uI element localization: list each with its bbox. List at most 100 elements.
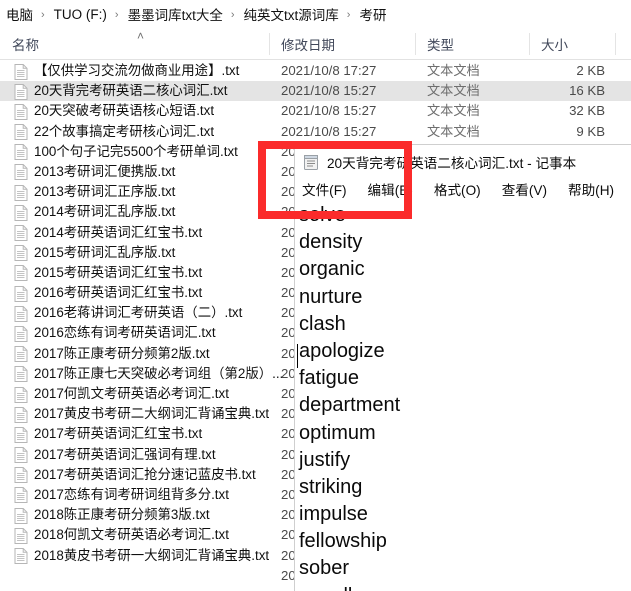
- file-name[interactable]: 2015考研英语词汇红宝书.txt: [34, 263, 202, 283]
- breadcrumb-item-0[interactable]: 电脑: [4, 4, 35, 24]
- notepad-menu-item[interactable]: 格式(O): [434, 179, 481, 199]
- file-size: 9 KB: [576, 123, 605, 139]
- text-file-icon: [14, 346, 28, 363]
- file-name[interactable]: 20天背完考研英语二核心词汇.txt: [34, 81, 227, 101]
- text-file-icon: [14, 184, 28, 201]
- file-name[interactable]: 100个句子记完5500个考研单词.txt: [34, 142, 238, 162]
- notepad-app-icon: [303, 154, 320, 171]
- file-name[interactable]: 2016老蒋讲词汇考研英语（二）.txt: [34, 303, 242, 323]
- notepad-menu-item[interactable]: 文件(F): [302, 179, 347, 199]
- breadcrumb-item-2[interactable]: 墨墨词库txt大全: [126, 4, 225, 24]
- file-name[interactable]: 2017恋练有词考研词组背多分.txt: [34, 485, 229, 505]
- notepad-menu-item[interactable]: 编辑(E): [368, 179, 413, 199]
- notepad-text-line: solve: [299, 204, 346, 226]
- notepad-title-text: 20天背完考研英语二核心词汇.txt - 记事本: [327, 156, 577, 171]
- notepad-title-bar[interactable]: 20天背完考研英语二核心词汇.txt - 记事本: [295, 149, 631, 175]
- column-header-size[interactable]: 大小: [529, 28, 615, 60]
- breadcrumb[interactable]: 电脑 › TUO (F:) › 墨墨词库txt大全 › 纯英文txt源词库 › …: [0, 0, 631, 28]
- text-file-icon: [14, 447, 28, 464]
- notepad-menu-bar[interactable]: 文件(F) 编辑(E) 格式(O) 查看(V) 帮助(H): [295, 177, 631, 201]
- notepad-text-line: organic: [299, 258, 365, 281]
- file-name[interactable]: 2018黄皮书考研一大纲词汇背诵宝典.txt: [34, 546, 269, 566]
- file-name[interactable]: 2015考研词汇乱序版.txt: [34, 243, 175, 263]
- file-name[interactable]: 【仅供学习交流勿做商业用途】.txt: [34, 61, 239, 81]
- file-name[interactable]: 2013考研词汇便携版.txt: [34, 162, 175, 182]
- file-name[interactable]: 2016恋练有词考研英语词汇.txt: [34, 323, 216, 343]
- file-name[interactable]: 2017考研英语词汇红宝书.txt: [34, 424, 202, 444]
- file-row[interactable]: 20天突破考研英语核心短语.txt 2021/10/8 15:27 文本文档 32 K…: [0, 101, 631, 121]
- text-file-icon: [14, 204, 28, 221]
- notepad-window[interactable]: 20天背完考研英语二核心词汇.txt - 记事本 文件(F) 编辑(E) 格式(O)…: [294, 144, 631, 591]
- text-file-icon: [14, 426, 28, 443]
- notepad-text-line: department: [299, 394, 401, 417]
- notepad-text-line: clash: [299, 312, 346, 335]
- text-file-icon: [14, 144, 28, 161]
- column-header-type[interactable]: 类型: [415, 28, 529, 60]
- column-header-row: 名称 ˄ 修改日期 类型 大小: [0, 28, 631, 60]
- text-file-icon: [14, 487, 28, 504]
- file-name[interactable]: 2018陈正康考研分频第3版.txt: [34, 505, 210, 525]
- file-date-modified: 2021/10/8 17:27: [281, 63, 377, 78]
- text-file-icon: [14, 225, 28, 241]
- text-file-icon: [14, 83, 28, 100]
- file-name[interactable]: 2014考研词汇乱序版.txt: [34, 202, 175, 222]
- notepad-text-line: optimum: [299, 421, 376, 444]
- file-name[interactable]: 2017陈正康考研分频第2版.txt: [34, 344, 210, 364]
- file-date-modified: 2021/10/8 15:27: [281, 103, 377, 119]
- breadcrumb-item-1[interactable]: TUO (F:): [52, 7, 109, 22]
- file-row[interactable]: 【仅供学习交流勿做商业用途】.txt 2021/10/8 17:27 文本文档 2 K…: [0, 61, 631, 81]
- column-header-date-modified[interactable]: 修改日期: [269, 28, 415, 60]
- file-name[interactable]: 2017何凯文考研英语必考词汇.txt: [34, 384, 229, 404]
- column-header-name[interactable]: 名称: [0, 28, 269, 60]
- text-file-icon: [14, 386, 28, 403]
- notepad-menu-item[interactable]: 帮助(H): [568, 179, 614, 199]
- chevron-right-icon-1: ›: [114, 9, 119, 21]
- text-file-icon: [14, 325, 28, 342]
- file-size: 2 KB: [576, 63, 605, 78]
- file-name[interactable]: 2017陈正康七天突破必考词组（第2版）...: [34, 364, 283, 384]
- notepad-text-line: appall: [299, 583, 631, 591]
- notepad-menu-item[interactable]: 查看(V): [502, 179, 547, 199]
- text-file-icon: [14, 245, 28, 262]
- text-file-icon: [14, 164, 28, 181]
- chevron-right-icon-0: ›: [41, 9, 45, 21]
- file-date-modified: 2021/10/8 15:27: [281, 123, 377, 139]
- file-name[interactable]: 2016考研英语词汇红宝书.txt: [34, 283, 202, 303]
- text-file-icon: [14, 305, 28, 322]
- chevron-right-icon-3: ›: [346, 9, 351, 21]
- text-file-icon: [14, 285, 28, 302]
- text-file-icon: [14, 548, 28, 564]
- notepad-text-line: impulse: [299, 503, 368, 526]
- text-file-icon: [14, 265, 28, 282]
- file-row[interactable]: 20天背完考研英语二核心词汇.txt 2021/10/8 15:27 文本文档 16 …: [0, 81, 631, 102]
- text-file-icon: [14, 527, 28, 544]
- breadcrumb-item-3[interactable]: 纯英文txt源词库: [242, 4, 341, 24]
- file-date-modified: 2021/10/8 15:27: [281, 83, 377, 99]
- text-file-icon: [14, 63, 28, 80]
- text-file-icon: [14, 406, 28, 423]
- chevron-right-icon-2: ›: [230, 9, 235, 21]
- file-name[interactable]: 2017考研英语词汇强词有理.txt: [34, 445, 216, 465]
- notepad-text-line: justify: [299, 448, 351, 471]
- text-file-icon: [14, 103, 28, 120]
- file-name[interactable]: 20天突破考研英语核心短语.txt: [34, 101, 214, 121]
- notepad-text-line: fellowship: [299, 530, 387, 553]
- notepad-text-area[interactable]: solve density organic nurture clash apologize…: [295, 202, 631, 591]
- file-row[interactable]: 22个故事搞定考研核心词汇.txt 2021/10/8 15:27 文本文档 9 KB: [0, 122, 631, 142]
- file-name[interactable]: 2013考研词汇正序版.txt: [34, 182, 175, 202]
- file-name[interactable]: 2014考研英语词汇红宝书.txt: [34, 223, 202, 243]
- notepad-text-line: striking: [299, 475, 363, 498]
- notepad-text-line: sober: [299, 557, 350, 580]
- column-divider-4[interactable]: [615, 33, 616, 55]
- file-name[interactable]: 2017考研英语词汇抢分速记蓝皮书.txt: [34, 465, 256, 485]
- breadcrumb-item-4[interactable]: 考研: [357, 4, 388, 24]
- file-name[interactable]: 2017黄皮书考研二大纲词汇背诵宝典.txt: [34, 404, 269, 424]
- notepad-text-line: apologize: [299, 339, 385, 362]
- file-name[interactable]: 22个故事搞定考研核心词汇.txt: [34, 122, 214, 142]
- file-name[interactable]: 2018何凯文考研英语必考词汇.txt: [34, 525, 229, 545]
- text-file-icon: [14, 507, 28, 524]
- text-cursor: [297, 344, 298, 368]
- notepad-text-line: fatigue: [299, 367, 360, 390]
- file-size: 32 KB: [569, 103, 605, 119]
- notepad-text-line: nurture: [299, 285, 363, 308]
